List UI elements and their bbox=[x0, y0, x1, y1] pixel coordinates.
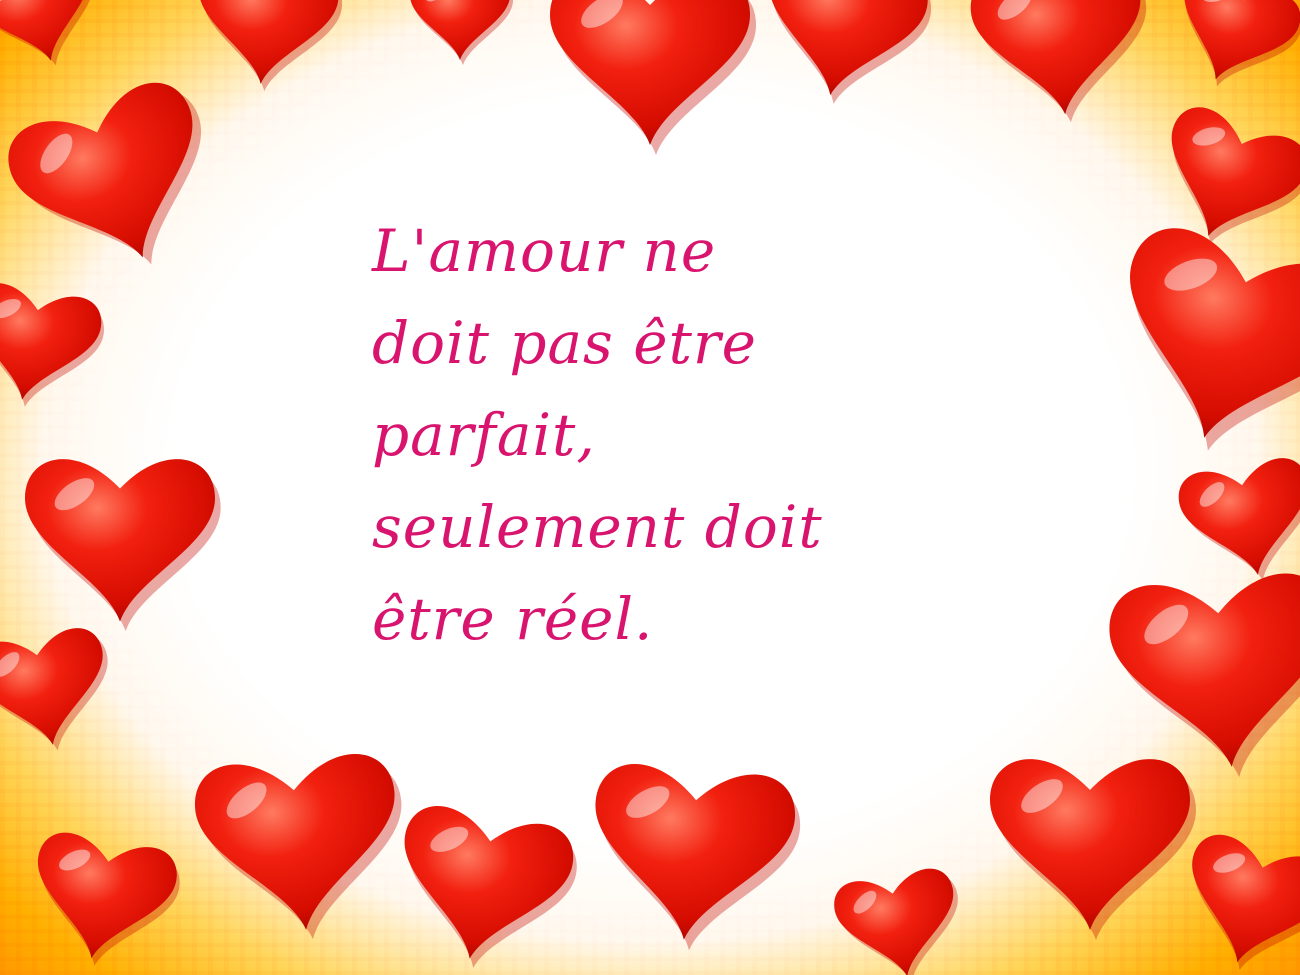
heart-icon bbox=[1169, 828, 1300, 975]
quote-text: L'amour ne doit pas être parfait, seulem… bbox=[372, 205, 1072, 665]
quote-line-4: seulement doit bbox=[372, 493, 823, 561]
heart-icon bbox=[0, 624, 122, 762]
heart-icon bbox=[1105, 569, 1300, 787]
heart-icon bbox=[830, 864, 971, 975]
heart-icon bbox=[385, 800, 583, 975]
quote-line-1: L'amour ne bbox=[372, 217, 717, 285]
quote-line-3: parfait, bbox=[372, 401, 596, 469]
greeting-card: L'amour ne doit pas être parfait, seulem… bbox=[0, 0, 1300, 975]
heart-icon bbox=[584, 760, 804, 959]
heart-icon bbox=[1093, 218, 1300, 481]
heart-icon bbox=[990, 759, 1196, 940]
heart-icon bbox=[1174, 454, 1300, 592]
heart-icon bbox=[24, 459, 221, 631]
heart-icon bbox=[190, 0, 345, 98]
heart-icon bbox=[967, 0, 1156, 130]
heart-icon bbox=[191, 750, 413, 948]
heart-icon bbox=[410, 0, 513, 65]
heart-icon bbox=[0, 279, 109, 419]
heart-icon bbox=[0, 0, 114, 81]
heart-icon bbox=[751, 0, 937, 118]
quote-line-2: doit pas être bbox=[372, 309, 757, 377]
heart-icon bbox=[1159, 0, 1300, 107]
quote-line-5: être réel. bbox=[372, 585, 654, 653]
heart-icon bbox=[550, 0, 756, 155]
heart-icon bbox=[0, 72, 241, 297]
heart-icon bbox=[22, 828, 185, 975]
